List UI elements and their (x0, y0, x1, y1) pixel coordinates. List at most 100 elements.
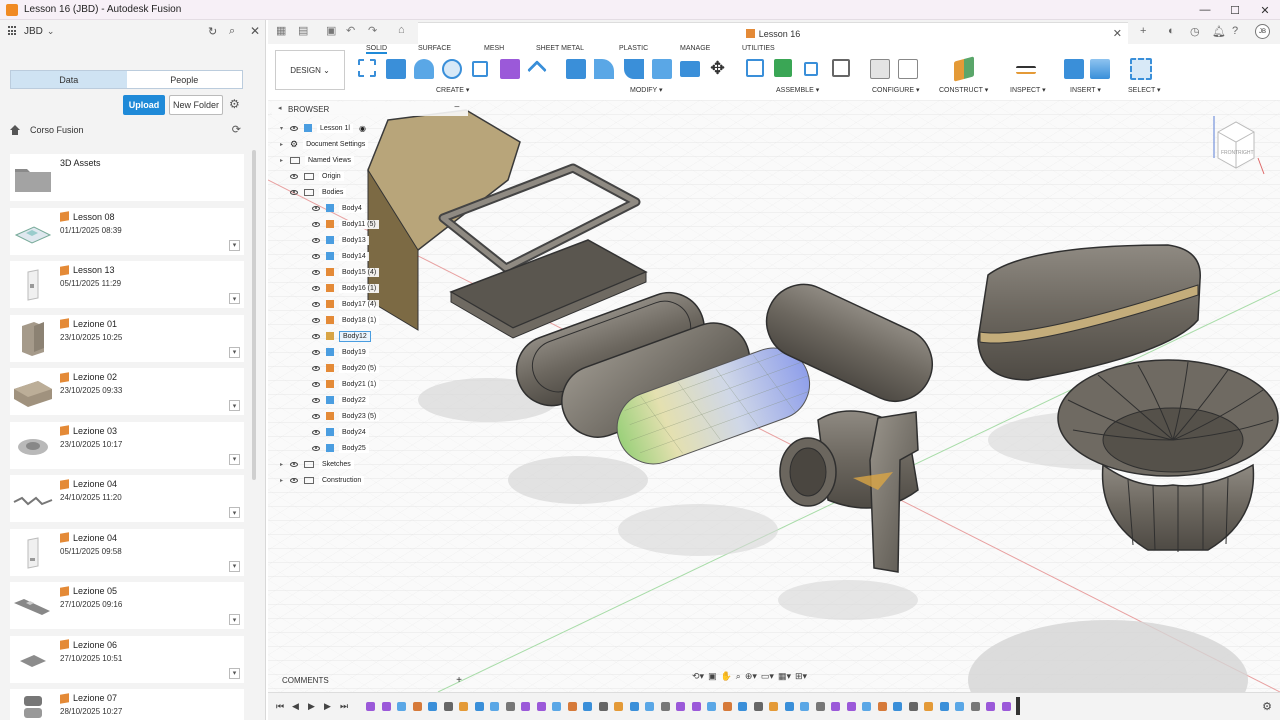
list-item[interactable]: Lezione 02 23/10/2025 09:33 ▾ (10, 368, 244, 415)
look-at-icon[interactable]: ▣ (708, 671, 717, 685)
item-menu-chevron-icon[interactable]: ▾ (229, 293, 240, 304)
list-item[interactable]: Lesson 08 01/11/2025 08:39 ▾ (10, 207, 244, 255)
visibility-eye-icon[interactable] (312, 237, 320, 243)
timeline-feature-icon[interactable] (877, 702, 887, 711)
tab-solid[interactable]: SOLID (366, 45, 388, 54)
derive-icon[interactable] (527, 60, 547, 80)
configure-menu[interactable]: CONFIGURE ▾ (872, 86, 919, 94)
tree-node[interactable]: Body25 (302, 441, 369, 455)
visibility-eye-icon[interactable] (312, 365, 320, 371)
collapse-browser-icon[interactable]: ◂ (278, 104, 282, 112)
tree-node[interactable]: ▸ Named Views (280, 153, 355, 167)
close-window-button[interactable]: ✕ (1250, 0, 1280, 20)
create-sketch-icon[interactable] (358, 59, 376, 77)
tree-node[interactable]: Bodies (280, 185, 347, 199)
tree-node[interactable]: Body20 (5) (302, 361, 380, 375)
tab-surface[interactable]: SURFACE (418, 45, 451, 52)
tree-node[interactable]: Body14 (302, 249, 369, 263)
visibility-eye-icon[interactable] (312, 445, 320, 451)
timeline-feature-icon[interactable] (924, 702, 933, 711)
select-box-icon[interactable] (1130, 58, 1152, 80)
zoom-icon[interactable]: ⌕ (736, 671, 741, 685)
visibility-eye-icon[interactable] (312, 285, 320, 291)
timeline-feature-icon[interactable] (490, 702, 499, 711)
timeline-feature-icon[interactable] (552, 702, 561, 711)
config-table-icon[interactable] (898, 59, 918, 79)
timeline-feature-icon[interactable] (660, 702, 670, 711)
timeline-feature-icon[interactable] (474, 702, 484, 711)
offset-plane-icon[interactable] (954, 56, 974, 82)
timeline-feature-icon[interactable] (970, 702, 980, 711)
timeline-feature-icon[interactable] (428, 702, 437, 711)
chevron-down-icon[interactable]: ⌄ (47, 26, 55, 37)
insert-derive-icon[interactable] (1064, 59, 1084, 79)
tree-node[interactable]: Body17 (4) (302, 297, 380, 311)
tab-lesson-16[interactable]: Lesson 16 ✕ (418, 22, 1128, 44)
timeline-feature-icon[interactable] (769, 702, 778, 711)
close-panel-icon[interactable]: ✕ (250, 24, 260, 38)
viewports-icon[interactable]: ⊞▾ (795, 671, 807, 685)
visibility-eye-icon[interactable] (312, 253, 320, 259)
insert-image-icon[interactable] (1090, 59, 1110, 79)
workspace-switcher[interactable]: DESIGN ⌄ (275, 50, 345, 90)
timeline-feature-icon[interactable] (614, 702, 623, 711)
timeline-feature-icon[interactable] (629, 702, 639, 711)
expand-arrow-icon[interactable]: ▸ (280, 157, 290, 164)
minimize-browser-icon[interactable]: − (454, 102, 460, 113)
list-item[interactable]: Lezione 04 05/11/2025 09:58 ▾ (10, 528, 244, 576)
tree-node[interactable]: Body19 (302, 345, 369, 359)
timeline-feature-icon[interactable] (583, 702, 592, 711)
undo-icon[interactable]: ↶ (346, 24, 355, 37)
timeline-feature-icon[interactable] (753, 702, 763, 711)
orbit-icon[interactable]: ⟲▾ (692, 671, 704, 685)
tree-node[interactable]: Body18 (1) (302, 313, 380, 327)
visibility-eye-icon[interactable] (290, 477, 298, 483)
tab-mesh[interactable]: MESH (484, 45, 504, 52)
sync-icon[interactable]: ⟳ (232, 123, 241, 136)
expand-arrow-icon[interactable]: ▸ (280, 461, 290, 468)
timeline-feature-icon[interactable] (459, 702, 468, 711)
visibility-eye-icon[interactable] (290, 189, 298, 195)
extensions-icon[interactable]: ◐ (1168, 25, 1175, 37)
list-item[interactable]: Lesson 13 05/11/2025 11:29 ▾ (10, 261, 244, 308)
timeline-feature-icon[interactable] (397, 702, 406, 711)
create-menu[interactable]: CREATE ▾ (436, 86, 469, 94)
home-icon[interactable]: ⌂ (398, 24, 405, 36)
timeline-feature-icon[interactable] (366, 702, 375, 711)
jobs-icon[interactable]: ◷ (1190, 25, 1200, 38)
play-icon[interactable]: ▶ (308, 701, 315, 712)
configure-icon[interactable] (870, 59, 890, 79)
select-menu[interactable]: SELECT ▾ (1128, 86, 1161, 94)
modify-menu[interactable]: MODIFY ▾ (630, 86, 663, 94)
save-icon[interactable]: ▣ (326, 24, 336, 37)
list-item[interactable]: Lezione 04 24/10/2025 11:20 ▾ (10, 475, 244, 522)
timeline-feature-icon[interactable] (722, 702, 732, 711)
list-item[interactable]: Lezione 07 28/10/2025 10:27 ▾ (10, 689, 244, 720)
timeline-feature-icon[interactable] (784, 702, 794, 711)
item-menu-chevron-icon[interactable]: ▾ (229, 453, 240, 465)
timeline-feature-icon[interactable] (505, 702, 515, 711)
display-settings-icon[interactable]: ▭▾ (761, 671, 774, 685)
step-back-icon[interactable]: ◀ (292, 701, 299, 712)
tree-node[interactable]: Body21 (1) (302, 377, 380, 391)
visibility-eye-icon[interactable] (312, 301, 320, 307)
tree-node[interactable]: ▸ ⚙ Document Settings (280, 137, 369, 151)
team-name[interactable]: JBD (24, 26, 43, 37)
pattern-icon[interactable] (472, 61, 488, 77)
refresh-icon[interactable]: ↻ (208, 25, 217, 38)
timeline-feature-icon[interactable] (800, 702, 809, 711)
maximize-button[interactable]: ☐ (1220, 0, 1250, 20)
timeline-feature-icon[interactable] (831, 702, 840, 711)
visibility-eye-icon[interactable] (312, 333, 320, 339)
hole-icon[interactable] (442, 59, 462, 79)
tab-people[interactable]: People (126, 71, 242, 88)
tree-node[interactable]: Body24 (302, 425, 369, 439)
timeline-feature-icon[interactable] (955, 702, 964, 711)
item-menu-chevron-icon[interactable]: ▾ (229, 239, 240, 251)
avatar[interactable]: JB (1255, 24, 1270, 39)
breadcrumb-project[interactable]: Corso Fusion (30, 125, 84, 135)
timeline-feature-icon[interactable] (707, 702, 716, 711)
as-built-joint-icon[interactable] (804, 62, 818, 76)
chamfer-icon[interactable] (624, 59, 644, 79)
item-menu-chevron-icon[interactable]: ▾ (229, 667, 240, 679)
